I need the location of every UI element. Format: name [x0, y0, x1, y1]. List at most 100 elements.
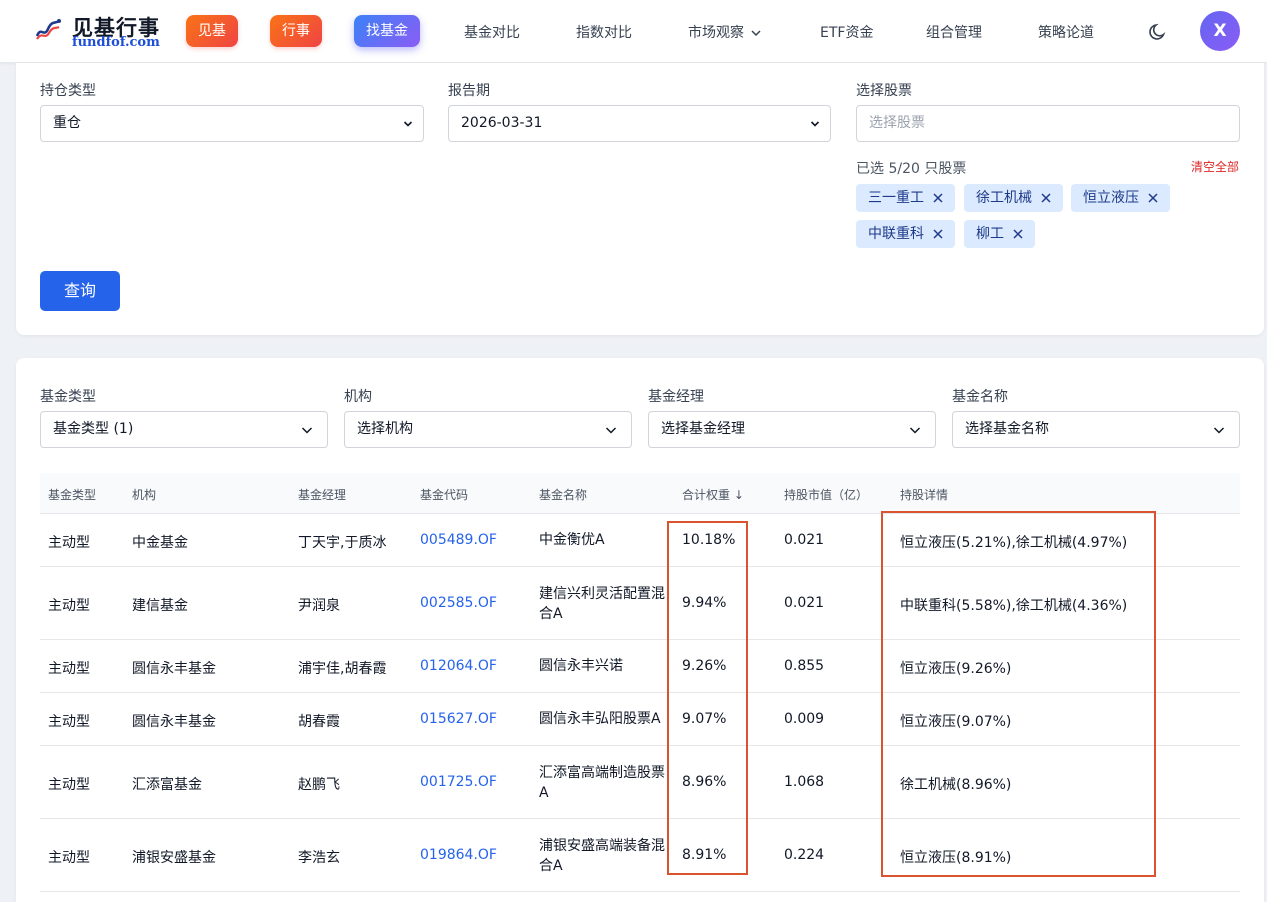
user-avatar[interactable]: X	[1200, 11, 1240, 51]
selected-count: 已选 5/20 只股票	[856, 161, 967, 177]
col-fund-name[interactable]: 基金名称	[539, 486, 587, 503]
chevron-down-icon	[605, 427, 617, 434]
cell-fund-name: 中金衡优A	[539, 532, 605, 548]
cell-fund-code-link[interactable]: 002585.OF	[420, 595, 497, 611]
col-holding-detail[interactable]: 持股详情	[900, 486, 948, 503]
selected-stock-tag: 中联重科	[856, 220, 955, 248]
institution-filter-value: 选择机构	[357, 421, 413, 437]
manager-filter[interactable]: 选择基金经理	[648, 411, 936, 448]
logo-subtitle: fundfof.com	[72, 35, 160, 50]
nav-pill-find-fund[interactable]: 找基金	[354, 15, 420, 47]
moon-icon[interactable]	[1148, 22, 1168, 42]
cell-fund-name: 圆信永丰弘阳股票A	[539, 711, 661, 727]
cell-institution: 中金基金	[132, 535, 188, 551]
stock-tag-label: 三一重工	[868, 190, 924, 206]
cell-manager: 浦宇佳,胡春霞	[298, 661, 387, 677]
holding-type-label: 持仓类型	[40, 83, 96, 99]
top-navbar: 见基行事 fundfof.com 见基 行事 找基金 基金对比 指数对比 市场观…	[0, 0, 1267, 63]
nav-market-watch-label: 市场观察	[688, 25, 744, 41]
close-icon[interactable]	[1012, 228, 1024, 240]
cell-fund-code-link[interactable]: 015627.OF	[420, 711, 497, 727]
nav-portfolio[interactable]: 组合管理	[926, 22, 982, 42]
fund-type-filter-value: 基金类型 (1)	[53, 421, 134, 437]
selected-stock-tag: 徐工机械	[964, 184, 1063, 212]
table-header: 基金类型 机构 基金经理 基金代码 基金名称 合计权重 ↓ 持股市值（亿） 持股…	[40, 473, 1240, 514]
nav-market-watch[interactable]: 市场观察	[688, 22, 762, 42]
holding-type-value: 重仓	[53, 115, 81, 131]
cell-fund-type: 主动型	[48, 714, 90, 730]
col-total-weight[interactable]: 合计权重 ↓	[682, 486, 744, 503]
stock-tag-label: 徐工机械	[976, 190, 1032, 206]
nav-etf-flow[interactable]: ETF资金	[820, 22, 873, 42]
nav-fund-compare[interactable]: 基金对比	[464, 22, 520, 42]
close-icon[interactable]	[1040, 192, 1052, 204]
chevron-down-icon	[403, 121, 413, 127]
cell-institution: 圆信永丰基金	[132, 714, 216, 730]
query-button[interactable]: 查询	[40, 271, 120, 311]
cell-holding-value: 0.224	[784, 847, 825, 863]
selected-stock-tag: 恒立液压	[1071, 184, 1170, 212]
stock-search-input[interactable]: 选择股票	[856, 105, 1240, 142]
weight-highlight-box	[667, 521, 748, 875]
cell-holding-value: 0.009	[784, 711, 825, 727]
fund-name-filter-value: 选择基金名称	[965, 421, 1049, 437]
chevron-down-icon	[1213, 427, 1225, 434]
col-fund-type[interactable]: 基金类型	[48, 486, 96, 503]
fund-name-filter[interactable]: 选择基金名称	[952, 411, 1240, 448]
chevron-down-icon	[909, 427, 921, 434]
selected-stock-tag: 柳工	[964, 220, 1035, 248]
cell-fund-type: 主动型	[48, 535, 90, 551]
detail-highlight-box	[881, 511, 1156, 877]
nav-pill-xingshi[interactable]: 行事	[270, 15, 322, 47]
holding-type-select[interactable]: 重仓	[40, 105, 424, 142]
close-icon[interactable]	[1147, 192, 1159, 204]
cell-fund-name: 浦银安盛高端装备混合A	[539, 838, 665, 874]
close-icon[interactable]	[932, 192, 944, 204]
manager-filter-label: 基金经理	[648, 389, 704, 405]
clear-all-link[interactable]: 清空全部	[1191, 158, 1239, 175]
cell-manager: 尹润泉	[298, 598, 340, 614]
cell-holding-value: 0.021	[784, 595, 825, 611]
col-institution[interactable]: 机构	[132, 486, 156, 503]
col-holding-value[interactable]: 持股市值（亿）	[784, 486, 868, 503]
nav-index-compare[interactable]: 指数对比	[576, 22, 632, 42]
cell-fund-type: 主动型	[48, 777, 90, 793]
site-logo[interactable]: 见基行事 fundfof.com	[34, 10, 174, 54]
stock-search-placeholder: 选择股票	[869, 115, 925, 131]
fund-type-filter[interactable]: 基金类型 (1)	[40, 411, 328, 448]
fund-name-filter-label: 基金名称	[952, 389, 1008, 405]
cell-holding-value: 0.021	[784, 532, 825, 548]
report-period-label: 报告期	[448, 83, 490, 99]
chevron-down-icon	[301, 427, 313, 434]
cell-fund-name: 圆信永丰兴诺	[539, 658, 623, 674]
cell-fund-type: 主动型	[48, 598, 90, 614]
col-fund-code[interactable]: 基金代码	[420, 486, 468, 503]
institution-filter[interactable]: 选择机构	[344, 411, 632, 448]
report-period-value: 2026-03-31	[461, 115, 543, 131]
nav-pill-jianji[interactable]: 见基	[186, 15, 238, 47]
cell-institution: 浦银安盛基金	[132, 850, 216, 866]
cell-fund-name: 建信兴利灵活配置混合A	[539, 586, 665, 622]
fund-type-filter-label: 基金类型	[40, 389, 96, 405]
cell-fund-code-link[interactable]: 001725.OF	[420, 774, 497, 790]
report-period-select[interactable]: 2026-03-31	[448, 105, 831, 142]
col-manager[interactable]: 基金经理	[298, 486, 346, 503]
cell-institution: 建信基金	[132, 598, 188, 614]
cell-fund-code-link[interactable]: 019864.OF	[420, 847, 497, 863]
cell-fund-code-link[interactable]: 005489.OF	[420, 532, 497, 548]
cell-fund-name: 汇添富高端制造股票A	[539, 765, 665, 801]
stock-select-label: 选择股票	[856, 83, 912, 99]
cell-holding-value: 1.068	[784, 774, 825, 790]
chevron-down-icon	[751, 30, 761, 37]
cell-manager: 李浩玄	[298, 850, 340, 866]
cell-fund-type: 主动型	[48, 661, 90, 677]
cell-institution: 汇添富基金	[132, 777, 202, 793]
selected-stock-tag: 三一重工	[856, 184, 955, 212]
cell-fund-code-link[interactable]: 012064.OF	[420, 658, 497, 674]
cell-institution: 圆信永丰基金	[132, 661, 216, 677]
nav-strategy[interactable]: 策略论道	[1038, 22, 1094, 42]
cell-manager: 赵鹏飞	[298, 777, 340, 793]
close-icon[interactable]	[932, 228, 944, 240]
cell-manager: 胡春霞	[298, 714, 340, 730]
cell-fund-type: 主动型	[48, 850, 90, 866]
